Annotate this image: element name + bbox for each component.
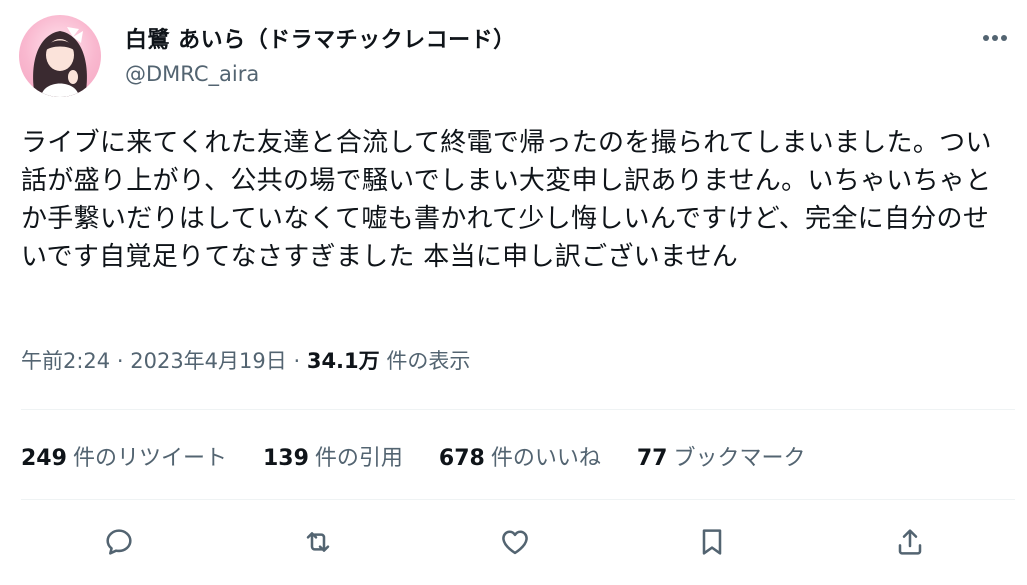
divider: [21, 409, 1015, 410]
bookmarks-stat[interactable]: 77 ブックマーク: [637, 440, 806, 472]
avatar-image: [33, 27, 87, 97]
more-button[interactable]: [975, 18, 1015, 58]
more-dots-icon: [983, 35, 1007, 41]
meta-separator: ·: [293, 349, 301, 373]
share-icon: [898, 529, 922, 555]
retweets-count: 249: [21, 446, 67, 471]
like-button[interactable]: [493, 520, 537, 564]
quotes-label: 件の引用: [314, 446, 403, 471]
divider: [21, 499, 1015, 500]
tweet-date[interactable]: 2023年4月19日: [130, 349, 287, 373]
retweets-stat[interactable]: 249 件のリツイート: [21, 440, 227, 472]
action-bar: [0, 520, 1027, 570]
reply-icon: [106, 529, 132, 555]
likes-count: 678: [438, 446, 485, 471]
likes-label: 件のいいね: [490, 446, 601, 471]
bookmark-icon: [702, 529, 722, 555]
meta-separator: ·: [116, 349, 124, 373]
bookmarks-count: 77: [636, 446, 668, 471]
views-label: 件の表示: [386, 349, 471, 373]
tweet-time[interactable]: 午前2:24: [21, 349, 110, 373]
bookmarks-label: ブックマーク: [673, 446, 806, 471]
tweet-text: ライブに来てくれた友達と合流して終電で帰ったのを撮られてしまいました。つい話が盛…: [21, 128, 992, 272]
display-name[interactable]: 白鷺 あいら（ドラマチックレコード）: [125, 22, 516, 54]
tweet-meta: 午前2:24 · 2023年4月19日 · 34.1万 件の表示: [21, 345, 470, 375]
heart-icon: [502, 530, 528, 555]
retweet-button[interactable]: [296, 520, 340, 564]
retweets-label: 件のリツイート: [72, 446, 227, 471]
reply-button[interactable]: [97, 520, 141, 564]
views-count: 34.1万: [306, 349, 380, 373]
bookmark-button[interactable]: [690, 520, 734, 564]
quotes-stat[interactable]: 139 件の引用: [263, 440, 403, 472]
retweet-icon: [306, 532, 330, 552]
user-handle[interactable]: @DMRC_aira: [125, 62, 259, 86]
avatar[interactable]: [19, 15, 101, 97]
quotes-count: 139: [262, 446, 309, 471]
share-button[interactable]: [888, 520, 932, 564]
likes-stat[interactable]: 678 件のいいね: [439, 440, 601, 472]
engagement-stats: 249 件のリツイート 139 件の引用 678 件のいいね 77 ブックマーク: [21, 440, 806, 472]
